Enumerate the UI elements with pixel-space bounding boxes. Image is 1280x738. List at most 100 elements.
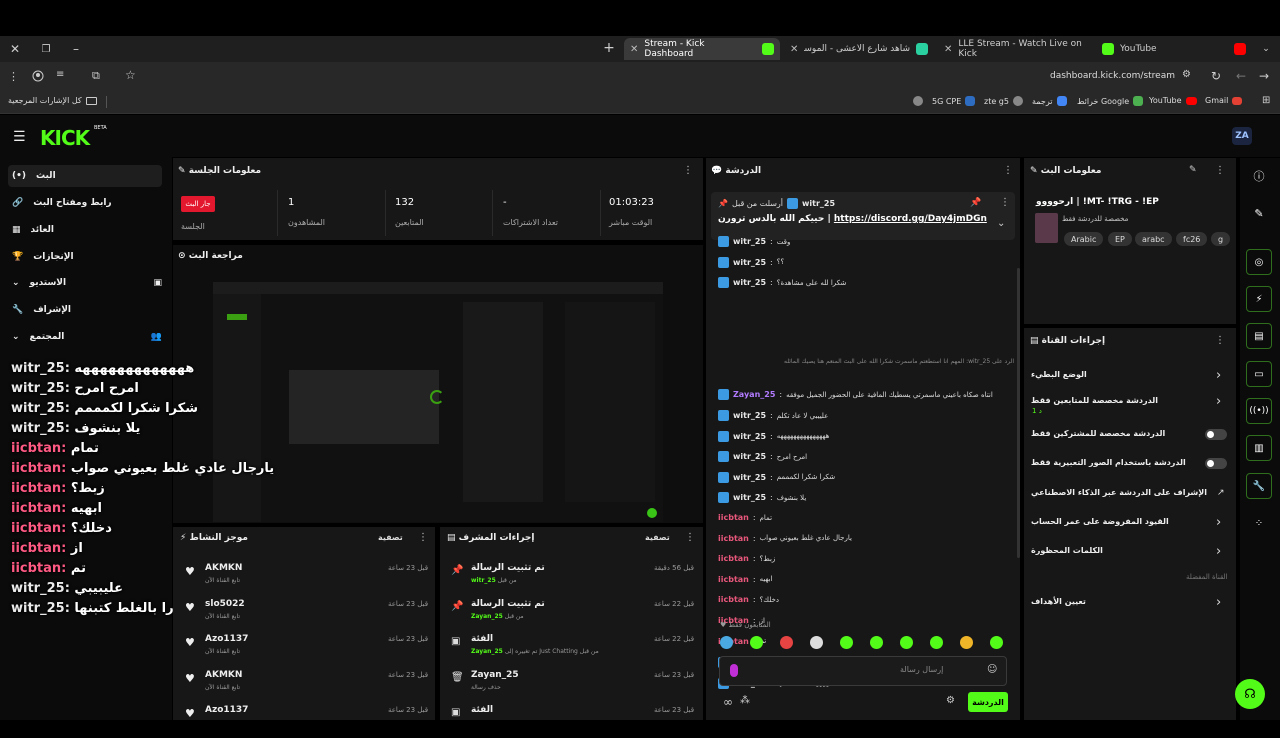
apps-icon[interactable]: ⁘ bbox=[1246, 510, 1272, 536]
bookmark-star-icon[interactable]: ☆ bbox=[125, 68, 136, 82]
chevron-right-icon[interactable]: › bbox=[1216, 544, 1221, 559]
bolt-icon[interactable]: ⚡ bbox=[1246, 286, 1272, 312]
modactions-menu-icon[interactable]: ⋮ bbox=[685, 532, 695, 543]
new-tab-icon[interactable]: + bbox=[602, 40, 616, 56]
streaminfo-menu-icon[interactable]: ⋮ bbox=[1215, 165, 1225, 176]
emote-icon[interactable] bbox=[780, 636, 793, 649]
users-icon[interactable]: ⁂ bbox=[740, 695, 750, 706]
settings-gear-icon[interactable]: ⚙ bbox=[946, 695, 955, 706]
emote-icon[interactable] bbox=[870, 636, 883, 649]
stream-tag[interactable]: arabc bbox=[1135, 232, 1172, 246]
reload-icon[interactable]: ↻ bbox=[1211, 69, 1221, 83]
emote-icon[interactable] bbox=[840, 636, 853, 649]
stream-tag[interactable]: fc26 bbox=[1176, 232, 1208, 246]
chat-input[interactable] bbox=[719, 656, 1007, 686]
tab-lle-stream[interactable]: ✕ LLE Stream - Watch Live on Kick bbox=[938, 38, 1120, 60]
bookmark-5gcpe[interactable]: 5G CPE bbox=[932, 96, 976, 106]
emote-icon[interactable] bbox=[990, 636, 1003, 649]
bookmark-youtube[interactable]: YouTube bbox=[1149, 96, 1197, 105]
site-settings-icon[interactable]: ⚙ bbox=[1182, 69, 1191, 80]
toggle-switch[interactable] bbox=[1205, 429, 1227, 440]
chat-username[interactable]: iicbtan bbox=[718, 595, 749, 604]
chevron-right-icon[interactable]: › bbox=[1216, 394, 1221, 409]
stream-tag[interactable]: EP bbox=[1108, 232, 1132, 246]
close-tab-icon[interactable]: ✕ bbox=[790, 44, 798, 55]
tab-kick-dashboard[interactable]: ✕ Stream - Kick Dashboard bbox=[624, 38, 780, 60]
apps-grid-icon[interactable]: ⊞ bbox=[1262, 95, 1270, 106]
chat-username[interactable]: witr_25 bbox=[733, 258, 766, 267]
channel-actions-menu-icon[interactable]: ⋮ bbox=[1215, 335, 1225, 346]
send-chat-button[interactable]: الدردشة bbox=[968, 692, 1008, 712]
chat-menu-icon[interactable]: ⋮ bbox=[1003, 165, 1013, 176]
bookmark-maps[interactable]: خرائط Google bbox=[1077, 96, 1144, 106]
extensions-icon[interactable]: ⧉ bbox=[92, 69, 100, 83]
menu-kebab-icon[interactable]: ⋮ bbox=[8, 70, 19, 83]
mic-icon[interactable] bbox=[730, 664, 738, 677]
infinity-icon[interactable]: ∞ bbox=[723, 695, 733, 709]
chat-username[interactable]: witr_25 bbox=[733, 473, 766, 482]
tab-youtube[interactable]: YouTube bbox=[1102, 38, 1252, 60]
sidebar-item-stream[interactable]: (•) البث bbox=[8, 165, 162, 187]
sidebar-item-revenue[interactable]: ▦ العائد bbox=[8, 219, 162, 241]
modactions-filter[interactable]: تصفية bbox=[645, 533, 670, 542]
chat-username[interactable]: witr_25 bbox=[733, 278, 766, 287]
emote-icon[interactable] bbox=[930, 636, 943, 649]
hamburger-menu-icon[interactable]: ☰ bbox=[13, 129, 26, 145]
bookmark-zte[interactable]: zte g5 bbox=[984, 96, 1023, 106]
chat-bubble-icon[interactable]: ▭ bbox=[1246, 361, 1272, 387]
tab-shahid[interactable]: ✕ شاهد شارع الأعشى - الموسم 2 / bbox=[784, 38, 934, 60]
emoji-icon[interactable]: ☺ bbox=[987, 664, 997, 675]
chat-username[interactable]: iicbtan bbox=[718, 575, 749, 584]
chat-scrollbar[interactable] bbox=[1017, 268, 1020, 558]
chat-username[interactable]: iicbtan bbox=[718, 513, 749, 522]
close-window-icon[interactable]: ✕ bbox=[8, 42, 22, 56]
forward-icon[interactable]: ← bbox=[1236, 69, 1246, 83]
pin-icon[interactable]: 📌 bbox=[970, 198, 981, 208]
chat-username[interactable]: Zayan_25 bbox=[733, 390, 775, 399]
close-tab-icon[interactable]: ✕ bbox=[944, 44, 952, 55]
sidebar-item-studio[interactable]: ⌄ الاستديو ▣ bbox=[8, 272, 162, 294]
session-menu-icon[interactable]: ⋮ bbox=[683, 165, 693, 176]
document-icon[interactable]: ▤ bbox=[1246, 323, 1272, 349]
pinned-link[interactable]: https://discord.gg/Day4jmDGn bbox=[834, 214, 987, 224]
stream-tag[interactable]: g bbox=[1211, 232, 1231, 246]
broadcast-icon[interactable]: ((•)) bbox=[1246, 398, 1272, 424]
activity-filter[interactable]: تصفية bbox=[378, 533, 403, 542]
emote-icon[interactable] bbox=[720, 636, 733, 649]
sidebar-item-community[interactable]: ⌄ المجتمع 👥 bbox=[8, 326, 162, 348]
chat-username[interactable]: witr_25 bbox=[733, 493, 766, 502]
tab-search-icon[interactable]: ⌄ bbox=[1259, 42, 1273, 56]
emote-icon[interactable] bbox=[810, 636, 823, 649]
external-link-icon[interactable]: ↗ bbox=[1217, 488, 1225, 498]
chat-username[interactable]: witr_25 bbox=[733, 237, 766, 246]
toggle-switch[interactable] bbox=[1205, 458, 1227, 469]
chat-username[interactable]: iicbtan bbox=[718, 534, 749, 543]
chat-username[interactable]: witr_25 bbox=[733, 432, 766, 441]
bookmark-translate[interactable]: ترجمة bbox=[1032, 96, 1067, 106]
chat-username[interactable]: witr_25 bbox=[733, 411, 766, 420]
chat-username[interactable]: witr_25 bbox=[733, 452, 766, 461]
activity-menu-icon[interactable]: ⋮ bbox=[418, 532, 428, 543]
restore-window-icon[interactable]: ❐ bbox=[39, 42, 53, 56]
globe-icon[interactable] bbox=[913, 96, 923, 106]
stream-preview[interactable] bbox=[213, 282, 663, 522]
sidebar-item-moderation[interactable]: 🔧 الإشراف bbox=[8, 299, 162, 321]
emote-icon[interactable] bbox=[900, 636, 913, 649]
info-icon[interactable]: ⓘ bbox=[1246, 163, 1272, 189]
sidebar-item-achievements[interactable]: 🏆 الإنجازات bbox=[8, 246, 162, 268]
chevron-down-icon[interactable]: ⌄ bbox=[997, 218, 1005, 229]
help-support-icon[interactable]: ☊ bbox=[1235, 679, 1265, 709]
avatar[interactable]: ZA bbox=[1232, 127, 1252, 145]
minimize-window-icon[interactable]: – bbox=[69, 42, 83, 56]
layout-icon[interactable]: ▥ bbox=[1246, 435, 1272, 461]
bookmarks-folder[interactable]: كل الإشارات المرجعية bbox=[8, 96, 97, 105]
category-thumbnail[interactable] bbox=[1035, 213, 1058, 243]
edit-pencil-icon[interactable]: ✎ bbox=[1189, 165, 1197, 175]
pinned-menu-icon[interactable]: ⋮ bbox=[1000, 197, 1010, 208]
url-field[interactable]: dashboard.kick.com/stream bbox=[980, 71, 1175, 81]
sidebar-item-stream-key[interactable]: 🔗 رابط ومفتاح البث bbox=[8, 192, 162, 214]
profile-icon[interactable] bbox=[31, 69, 45, 83]
reading-list-icon[interactable]: ≡ bbox=[56, 69, 64, 80]
bookmark-gmail[interactable]: Gmail bbox=[1205, 96, 1243, 105]
chevron-right-icon[interactable]: › bbox=[1216, 368, 1221, 383]
